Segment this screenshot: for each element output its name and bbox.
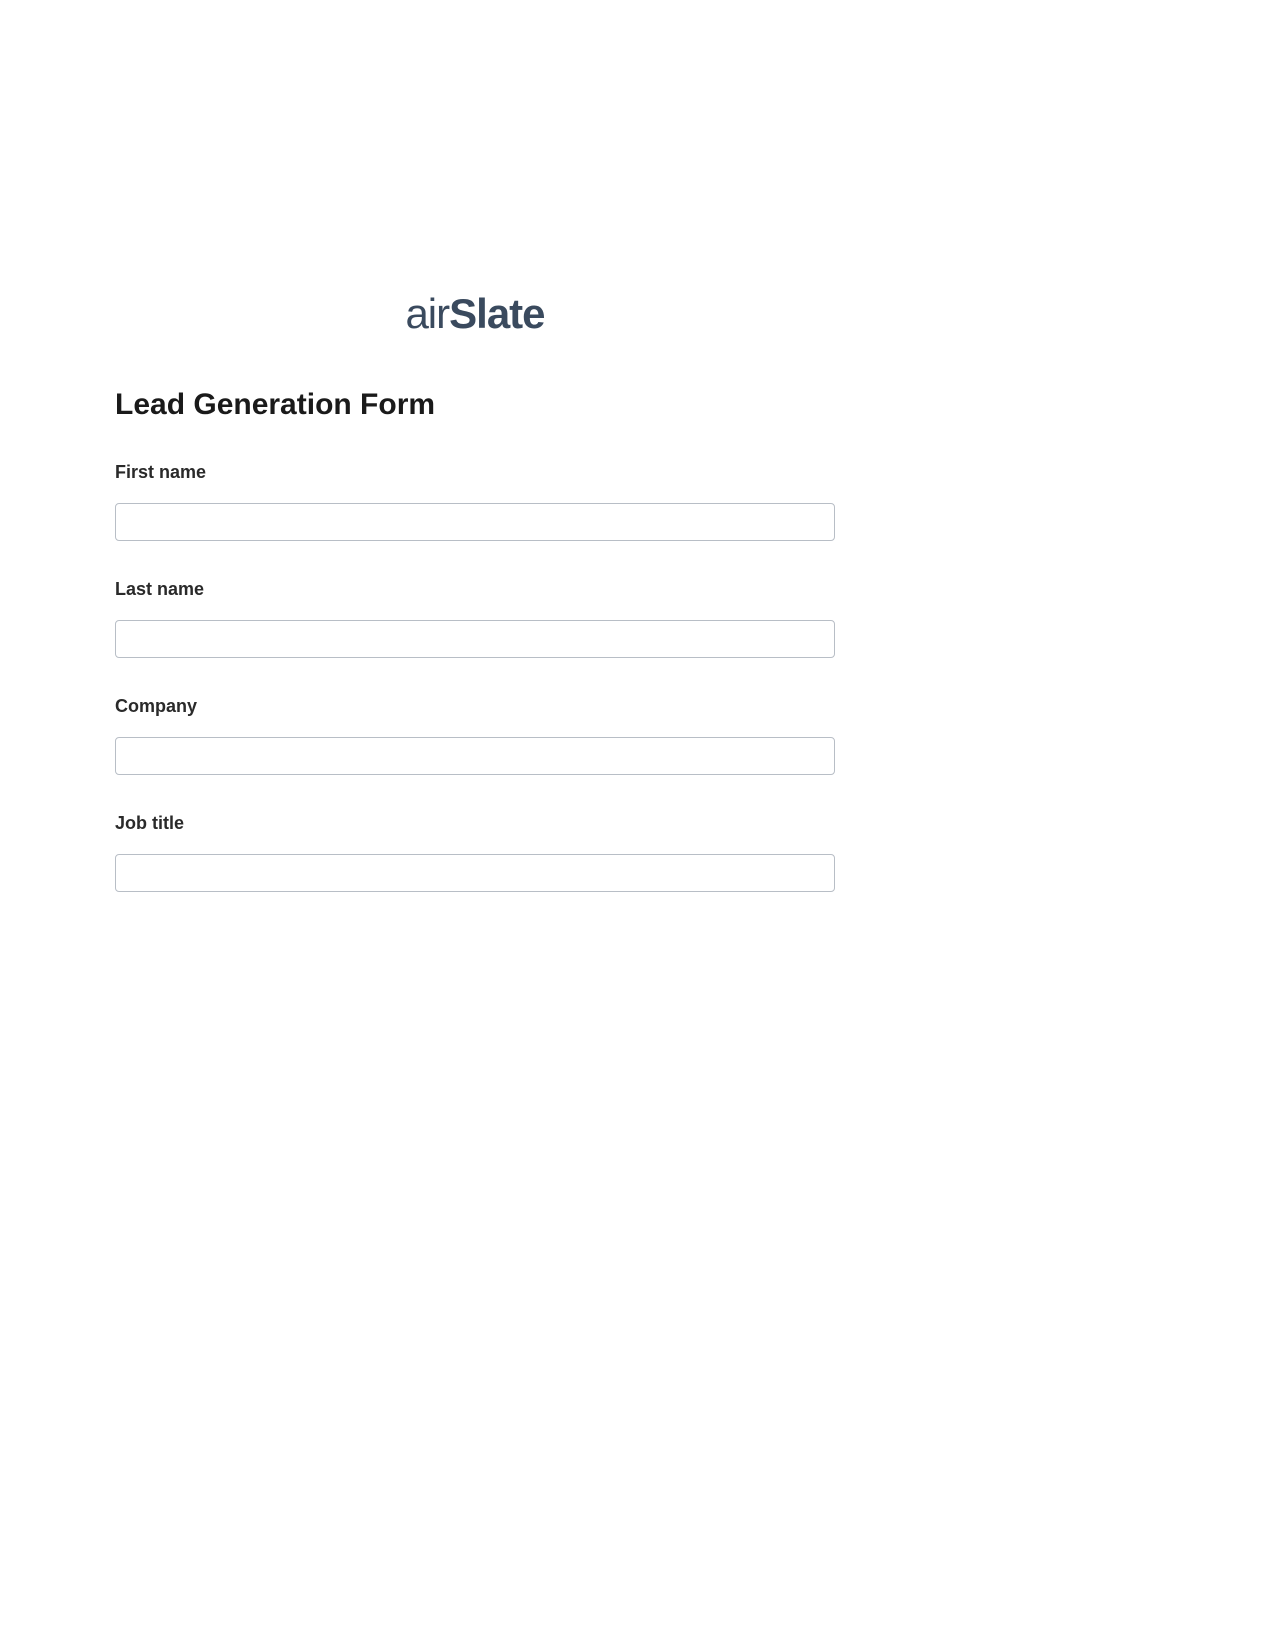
first-name-label: First name xyxy=(115,462,835,483)
last-name-label: Last name xyxy=(115,579,835,600)
field-group-last-name: Last name xyxy=(115,579,835,658)
form-container: airSlate Lead Generation Form First name… xyxy=(115,290,835,930)
job-title-input[interactable] xyxy=(115,854,835,892)
company-input[interactable] xyxy=(115,737,835,775)
field-group-job-title: Job title xyxy=(115,813,835,892)
logo-prefix: air xyxy=(405,290,449,337)
company-label: Company xyxy=(115,696,835,717)
job-title-label: Job title xyxy=(115,813,835,834)
logo: airSlate xyxy=(115,290,835,338)
form-title: Lead Generation Form xyxy=(115,388,835,422)
field-group-company: Company xyxy=(115,696,835,775)
field-group-first-name: First name xyxy=(115,462,835,541)
last-name-input[interactable] xyxy=(115,620,835,658)
first-name-input[interactable] xyxy=(115,503,835,541)
logo-suffix: Slate xyxy=(449,290,544,337)
logo-text: airSlate xyxy=(405,290,544,337)
